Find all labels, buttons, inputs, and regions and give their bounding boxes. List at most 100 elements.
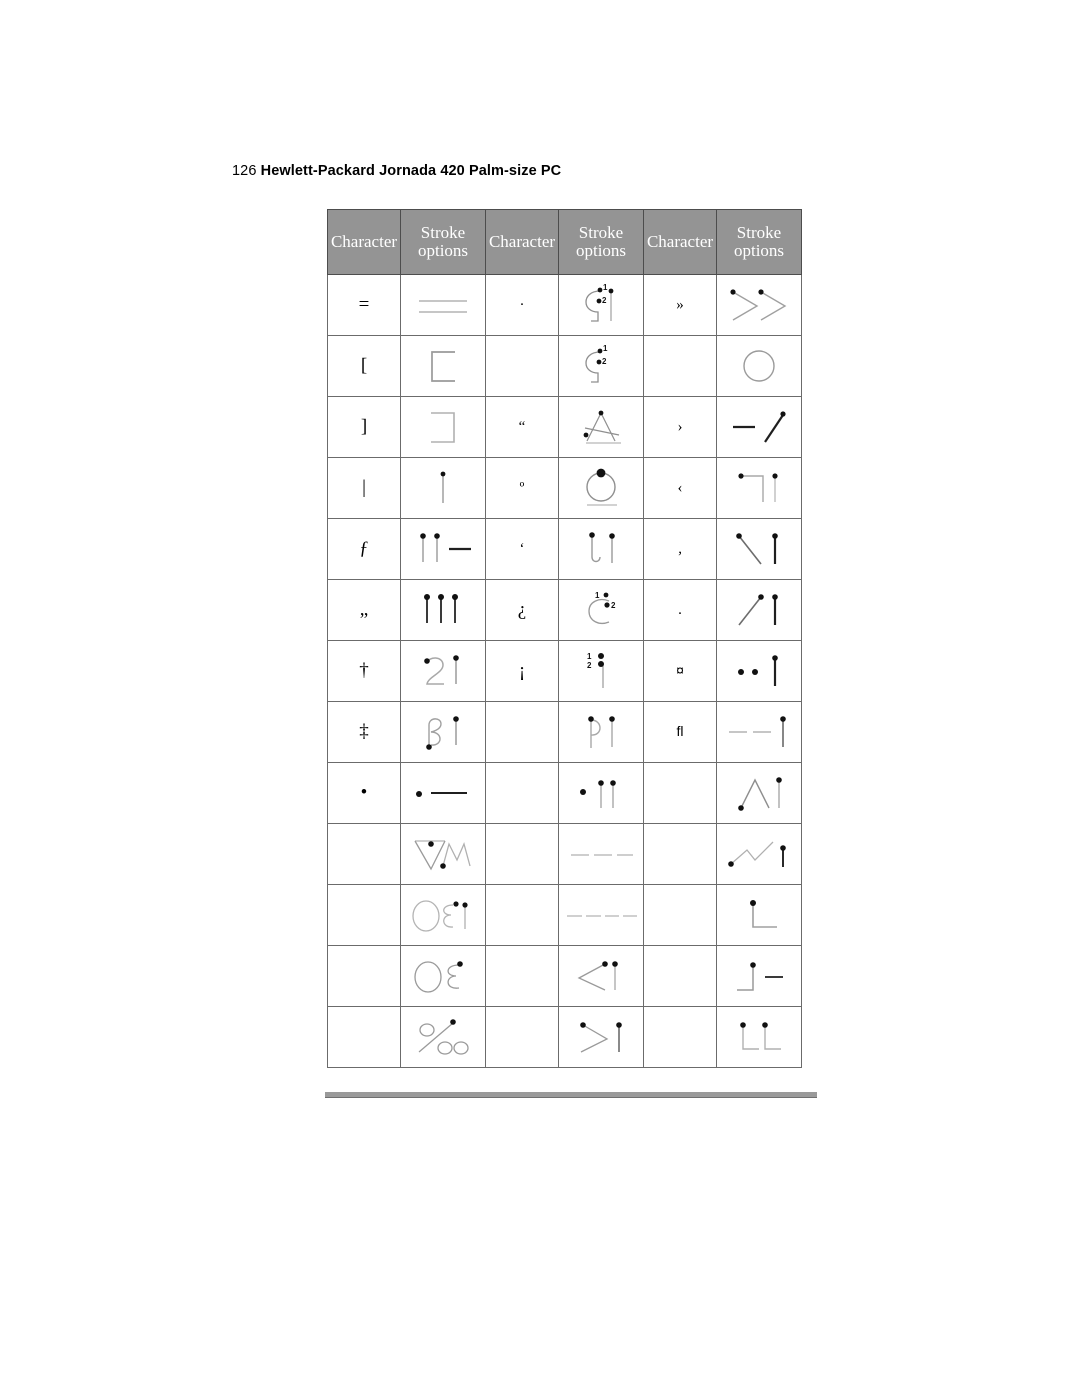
- stroke-diagram-beta-and-bar: [401, 702, 485, 762]
- page-number: 126: [232, 163, 257, 179]
- stroke-cell: [716, 579, 802, 641]
- stroke-diagram-two-dashes-and-bar: [717, 702, 801, 762]
- character-stroke-table: Character Stroke options Character Strok…: [327, 209, 802, 1068]
- stroke-cell: [400, 457, 486, 519]
- character-cell: [643, 884, 717, 946]
- stroke-diagram-slash-and-bar: [717, 580, 801, 640]
- stroke-cell: [716, 518, 802, 580]
- stroke-cell: [716, 640, 802, 702]
- stroke-cell: [558, 396, 644, 458]
- character-cell: [643, 762, 717, 824]
- character-cell: [485, 701, 559, 763]
- table-row: [327, 1006, 802, 1068]
- stroke-diagram-digit-two-and-bar: [401, 641, 485, 701]
- stroke-cell: 1 2: [558, 640, 644, 702]
- stroke-cell: [558, 884, 644, 946]
- stroke-diagram-l-corner: [717, 885, 801, 945]
- table-row: | º ‹: [327, 457, 802, 519]
- stroke-cell: [558, 518, 644, 580]
- character-cell: [327, 1006, 401, 1068]
- stroke-diagram-corner-and-dash: [717, 946, 801, 1006]
- svg-text:1: 1: [595, 591, 600, 600]
- stroke-cell: [400, 884, 486, 946]
- stroke-cell: [400, 274, 486, 336]
- stroke-cell: [716, 701, 802, 763]
- table-row: [327, 884, 802, 946]
- stroke-diagram-dot-and-dash: [401, 763, 485, 823]
- stroke-diagram-filled-dot-circle: [559, 458, 643, 518]
- character-cell: •: [327, 762, 401, 824]
- character-cell: ]: [327, 396, 401, 458]
- stroke-cell: [400, 945, 486, 1007]
- svg-text:1: 1: [603, 283, 608, 292]
- character-cell: [485, 823, 559, 885]
- character-cell: [643, 1006, 717, 1068]
- stroke-diagram-per-mille-gesture: [401, 1007, 485, 1067]
- stroke-diagram-three-dashes: [559, 824, 643, 884]
- stroke-diagram-caret-and-bar: [717, 763, 801, 823]
- character-cell: „: [327, 579, 401, 641]
- character-cell: ‚: [643, 518, 717, 580]
- stroke-cell: [400, 1006, 486, 1068]
- stroke-diagram-double-chevron-right: [717, 275, 801, 335]
- character-cell: [: [327, 335, 401, 397]
- table-header-row: Character Stroke options Character Strok…: [327, 209, 802, 275]
- character-cell: º: [485, 457, 559, 519]
- page-title: Hewlett-Packard Jornada 420 Palm-size PC: [260, 163, 562, 179]
- stroke-cell: [716, 335, 802, 397]
- stroke-cell: [400, 579, 486, 641]
- table-row: † ¡ 1 2 ¤: [327, 640, 802, 702]
- stroke-diagram-numbered-c-hook: 1 2: [559, 336, 643, 396]
- stroke-cell: [716, 884, 802, 946]
- character-cell: ƒ: [327, 518, 401, 580]
- document-page: 126 Hewlett-Packard Jornada 420 Palm-siz…: [0, 0, 1080, 1397]
- character-cell: [485, 1006, 559, 1068]
- stroke-cell: [716, 762, 802, 824]
- stroke-diagram-numbered-reverse-c: 1 2: [559, 580, 643, 640]
- table-row: ] “ ›: [327, 396, 802, 458]
- stroke-cell: [400, 762, 486, 824]
- character-cell: [327, 884, 401, 946]
- stroke-cell: 1 2: [558, 274, 644, 336]
- table-row: [ 1 2: [327, 335, 802, 397]
- stroke-cell: [716, 274, 802, 336]
- stroke-diagram-p-and-bar: [559, 702, 643, 762]
- stroke-diagram-oe-gesture: [401, 946, 485, 1006]
- stroke-cell: [400, 701, 486, 763]
- stroke-diagram-dot-and-two-bars: [559, 763, 643, 823]
- stroke-cell: [400, 518, 486, 580]
- character-cell: [485, 884, 559, 946]
- character-cell: ¡: [485, 640, 559, 702]
- stroke-diagram-right-arrow-and-bar: [559, 1007, 643, 1067]
- svg-text:2: 2: [602, 357, 607, 366]
- table-row: = · 1 2 »: [327, 274, 802, 336]
- svg-text:1: 1: [603, 344, 608, 353]
- stroke-diagram-numbered-c-hook-and-bar: 1 2: [559, 275, 643, 335]
- character-cell: ›: [643, 396, 717, 458]
- stroke-diagram-crossed-a: [559, 397, 643, 457]
- stroke-cell: [716, 457, 802, 519]
- table-row: ‡ fl: [327, 701, 802, 763]
- table-row: [327, 945, 802, 1007]
- stroke-cell: [558, 701, 644, 763]
- stroke-diagram-three-bars: [401, 580, 485, 640]
- character-cell: [643, 335, 717, 397]
- character-cell: [327, 945, 401, 1007]
- stroke-cell: [558, 945, 644, 1007]
- character-cell: [643, 823, 717, 885]
- stroke-diagram-hook-and-bar: [559, 519, 643, 579]
- stroke-diagram-dash-and-slash: [717, 397, 801, 457]
- character-cell: [643, 945, 717, 1007]
- column-header-character-2: Character: [485, 209, 559, 275]
- character-cell: ·: [485, 274, 559, 336]
- character-cell: [327, 823, 401, 885]
- character-cell: |: [327, 457, 401, 519]
- stroke-cell: [716, 396, 802, 458]
- stroke-diagram-two-bars-and-dash: [401, 519, 485, 579]
- character-cell: ‹: [643, 457, 717, 519]
- svg-text:2: 2: [602, 296, 607, 305]
- character-cell: ‡: [327, 701, 401, 763]
- character-cell: [485, 335, 559, 397]
- stroke-cell: [400, 396, 486, 458]
- character-cell: ¤: [643, 640, 717, 702]
